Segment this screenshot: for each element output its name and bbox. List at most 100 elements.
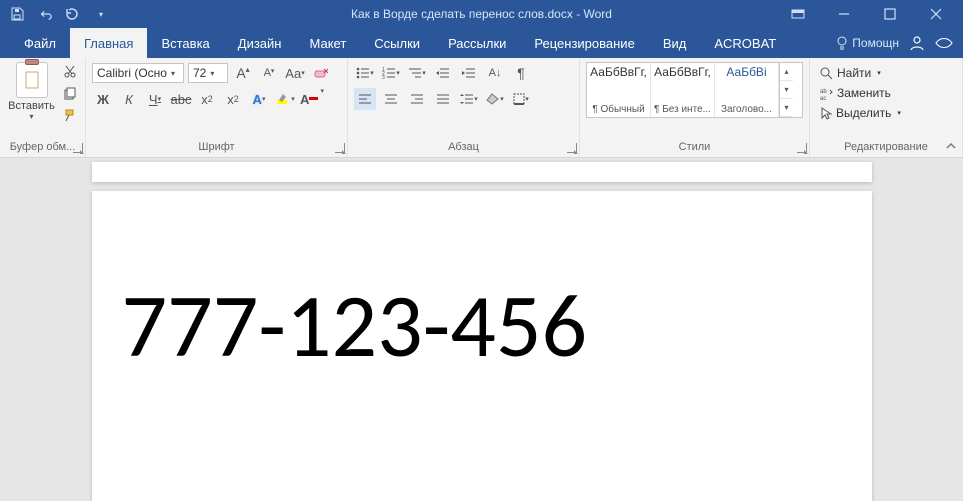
document-text[interactable]: 777-123-456 [122,281,842,371]
group-editing: Найти▾ abac Заменить Выделить▾ Редактиро… [810,58,963,157]
undo-icon[interactable] [38,7,52,21]
style-name: ¶ Без инте... [654,104,711,115]
tab-mailings[interactable]: Рассылки [434,28,520,58]
tab-layout[interactable]: Макет [295,28,360,58]
tab-insert[interactable]: Вставка [147,28,223,58]
clear-formatting-icon[interactable] [310,62,332,84]
strikethrough-button[interactable]: abc [170,88,192,110]
subscript-button[interactable]: x2 [196,88,218,110]
font-size-select[interactable]: 72▾ [188,63,228,83]
style-preview: АаБбВі [726,65,766,79]
replace-button[interactable]: abac Заменить [820,84,952,102]
format-painter-icon[interactable] [61,106,79,124]
paste-button[interactable]: Вставить ▾ [6,62,57,121]
search-icon [820,67,833,80]
decrease-font-icon[interactable]: A▾ [258,62,280,84]
document-canvas[interactable]: 777-123-456 [0,158,963,501]
group-styles-label: Стили [586,141,803,157]
superscript-button[interactable]: x2 [222,88,244,110]
gallery-up-icon[interactable]: ▴ [780,63,793,81]
tab-design[interactable]: Дизайн [224,28,296,58]
quick-access-toolbar: ▾ [4,7,108,21]
paragraph-launcher-icon[interactable] [567,143,577,153]
account-icon[interactable] [909,35,925,51]
group-clipboard-label: Буфер обм... [6,141,79,157]
style-no-spacing[interactable]: АаБбВвГг, ¶ Без инте... [651,63,715,117]
replace-label: Заменить [837,86,891,100]
cursor-icon [820,107,832,120]
cut-icon[interactable] [61,62,79,80]
italic-button[interactable]: К [118,88,140,110]
ribbon: Вставить ▾ Буфер обм... Calibri (Осно▾ 7… [0,58,963,158]
select-label: Выделить [836,106,891,120]
redo-icon[interactable] [66,7,80,21]
window-controls [775,0,959,28]
style-name: ¶ Обычный [592,104,644,115]
tab-home[interactable]: Главная [70,28,147,58]
tab-file[interactable]: Файл [10,28,70,58]
align-left-icon[interactable] [354,88,376,110]
gallery-scroll[interactable]: ▴ ▾ ▾ [779,63,793,117]
collapse-ribbon-icon[interactable] [940,58,962,157]
share-icon[interactable] [935,36,953,50]
justify-icon[interactable] [432,88,454,110]
bold-button[interactable]: Ж [92,88,114,110]
font-color-icon[interactable]: A▾ [300,88,322,110]
borders-icon[interactable]: ▾ [510,88,532,110]
align-right-icon[interactable] [406,88,428,110]
font-name-value: Calibri (Осно [97,66,167,80]
change-case-icon[interactable]: Aa▾ [284,62,306,84]
font-name-select[interactable]: Calibri (Осно▾ [92,63,184,83]
window-title: Как в Ворде сделать перенос слов.docx - … [351,7,612,21]
style-heading1[interactable]: АаБбВі Заголово... [715,63,779,117]
ribbon-display-icon[interactable] [775,0,821,28]
tell-me-label: Помощн [852,36,899,50]
replace-icon: abac [820,87,833,100]
svg-text:ac: ac [820,96,826,100]
clipboard-launcher-icon[interactable] [73,143,83,153]
copy-icon[interactable] [61,84,79,102]
tab-review[interactable]: Рецензирование [520,28,648,58]
tab-view[interactable]: Вид [649,28,701,58]
text-effects-icon[interactable]: A▾ [248,88,270,110]
gallery-more-icon[interactable]: ▾ [780,99,793,117]
gallery-down-icon[interactable]: ▾ [780,81,793,99]
find-label: Найти [837,66,871,80]
close-icon[interactable] [913,0,959,28]
maximize-icon[interactable] [867,0,913,28]
align-center-icon[interactable] [380,88,402,110]
increase-font-icon[interactable]: A▴ [232,62,254,84]
find-button[interactable]: Найти▾ [820,64,952,82]
multilevel-list-icon[interactable]: ▾ [406,62,428,84]
svg-text:3: 3 [382,75,385,79]
shading-icon[interactable]: ▾ [484,88,506,110]
underline-button[interactable]: Ч▾ [144,88,166,110]
qat-customize-icon[interactable]: ▾ [94,7,108,21]
tell-me-field[interactable]: Помощн [836,36,899,50]
title-bar: ▾ Как в Ворде сделать перенос слов.docx … [0,0,963,28]
increase-indent-icon[interactable] [458,62,480,84]
minimize-icon[interactable] [821,0,867,28]
style-normal[interactable]: АаБбВвГг, ¶ Обычный [587,63,651,117]
numbering-icon[interactable]: 123▾ [380,62,402,84]
save-icon[interactable] [10,7,24,21]
decrease-indent-icon[interactable] [432,62,454,84]
tab-acrobat[interactable]: ACROBAT [700,28,790,58]
style-gallery[interactable]: АаБбВвГг, ¶ Обычный АаБбВвГг, ¶ Без инте… [586,62,803,118]
group-editing-label: Редактирование [816,141,956,157]
page[interactable]: 777-123-456 [92,191,872,501]
bullets-icon[interactable]: ▾ [354,62,376,84]
paste-label: Вставить [8,100,55,112]
tab-references[interactable]: Ссылки [360,28,434,58]
svg-text:ab: ab [820,89,827,95]
styles-launcher-icon[interactable] [797,143,807,153]
lightbulb-icon [836,36,848,50]
show-marks-icon[interactable]: ¶ [510,62,532,84]
highlight-icon[interactable]: ▾ [274,88,296,110]
style-preview: АаБбВвГг, [590,65,647,79]
sort-icon[interactable]: A↓ [484,62,506,84]
select-button[interactable]: Выделить▾ [820,104,952,122]
font-launcher-icon[interactable] [335,143,345,153]
ribbon-tabs: Файл Главная Вставка Дизайн Макет Ссылки… [0,28,963,58]
line-spacing-icon[interactable]: ▾ [458,88,480,110]
